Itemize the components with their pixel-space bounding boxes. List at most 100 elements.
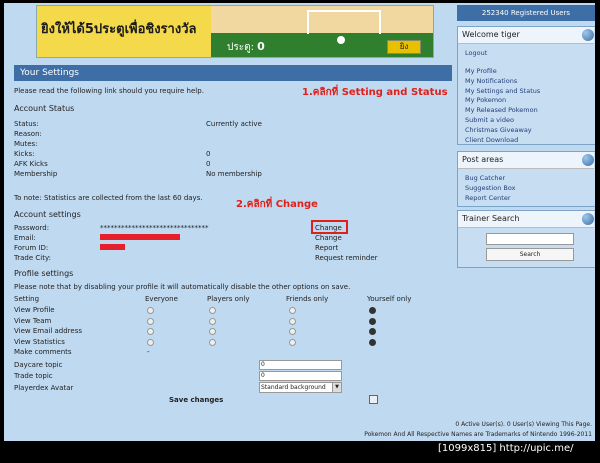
status-label: Mutes: bbox=[14, 140, 38, 148]
screenshot-frame: ยิงให้ได้5ประตูเพื่อชิงรางวัล ประตู: 0 ย… bbox=[0, 0, 600, 463]
redacted-email bbox=[100, 234, 180, 240]
sidebar-link[interactable]: My Pokemon bbox=[465, 96, 506, 104]
profile-settings-title: Profile settings bbox=[14, 269, 74, 278]
score-label: ประตู: bbox=[227, 42, 254, 53]
avatar-select-value: Standard background bbox=[261, 384, 326, 391]
ball-icon bbox=[337, 36, 345, 44]
visibility-radio[interactable] bbox=[289, 307, 296, 314]
status-label: Kicks: bbox=[14, 150, 35, 158]
pokeball-icon bbox=[582, 154, 594, 166]
avatar-select[interactable]: Standard background ▼ bbox=[259, 382, 342, 393]
status-label: AFK Kicks bbox=[14, 160, 48, 168]
account-setting-label: Email: bbox=[14, 234, 36, 242]
sidebar-link[interactable]: Christmas Giveaway bbox=[465, 126, 532, 134]
help-text: Please read the following link should yo… bbox=[14, 87, 204, 95]
active-users: 0 Active User(s). 0 User(s) Viewing This… bbox=[455, 421, 592, 428]
visibility-radio[interactable] bbox=[369, 338, 376, 346]
post-areas-title: Post areas bbox=[458, 152, 594, 169]
profile-row-label: View Profile bbox=[14, 306, 55, 314]
visibility-radio[interactable] bbox=[209, 328, 216, 335]
status-label: Status: bbox=[14, 120, 39, 128]
status-value: 0 bbox=[206, 150, 211, 158]
watermark: [1099x815] http://upic.me/ bbox=[438, 443, 574, 454]
save-changes-button[interactable]: Save changes bbox=[169, 396, 223, 404]
status-value: Currently active bbox=[206, 120, 262, 128]
profile-column-header: Friends only bbox=[286, 295, 329, 303]
account-action-link[interactable]: Change bbox=[315, 234, 342, 242]
profile-column-header: Everyone bbox=[145, 295, 178, 303]
post-area-link[interactable]: Report Center bbox=[465, 194, 511, 202]
score-readout: ประตู: 0 bbox=[227, 40, 265, 55]
welcome-title: Welcome tiger bbox=[458, 27, 594, 44]
profile-column-header: Yourself only bbox=[367, 295, 412, 303]
page: ยิงให้ได้5ประตูเพื่อชิงรางวัล ประตู: 0 ย… bbox=[4, 3, 595, 441]
post-area-link[interactable]: Bug Catcher bbox=[465, 174, 505, 182]
profile-note: Please note that by disabling your profi… bbox=[14, 283, 351, 291]
page-title: Your Settings bbox=[14, 65, 452, 81]
visibility-radio[interactable] bbox=[147, 317, 154, 325]
annotation-step1: 1.คลิกที่ Setting and Status bbox=[302, 87, 448, 98]
search-button[interactable]: Search bbox=[486, 248, 574, 261]
account-setting-value: ******************************* bbox=[100, 224, 209, 232]
sidebar-link[interactable]: Client Download bbox=[465, 136, 518, 144]
account-status-title: Account Status bbox=[14, 104, 75, 113]
profile-column-header: Players only bbox=[207, 295, 250, 303]
visibility-radio[interactable] bbox=[369, 328, 376, 335]
visibility-radio[interactable] bbox=[209, 307, 216, 314]
visibility-radio[interactable] bbox=[369, 317, 376, 325]
profile-row-label: View Email address bbox=[14, 327, 82, 335]
pokeball-icon bbox=[582, 213, 594, 225]
stats-note: To note: Statistics are collected from t… bbox=[14, 194, 203, 202]
visibility-radio[interactable] bbox=[147, 338, 154, 346]
profile-row-label: View Statistics bbox=[14, 337, 65, 346]
post-areas-panel: Post areas Bug Catcher Suggestion Box Repo… bbox=[457, 151, 595, 207]
banner-ad[interactable]: ยิงให้ได้5ประตูเพื่อชิงรางวัล ประตู: 0 ย… bbox=[36, 5, 434, 58]
sidebar-link[interactable]: My Released Pokemon bbox=[465, 106, 538, 114]
profile-column-header: Setting bbox=[14, 295, 40, 303]
account-settings-title: Account settings bbox=[14, 210, 81, 219]
post-area-link[interactable]: Suggestion Box bbox=[465, 184, 515, 192]
visibility-radio[interactable] bbox=[147, 307, 154, 314]
registered-users: 252340 Registered Users bbox=[457, 5, 595, 21]
sidebar-link[interactable]: My Profile bbox=[465, 67, 497, 75]
account-action-link[interactable]: Request reminder bbox=[315, 254, 378, 262]
annotation-step2: 2.คลิกที่ Change bbox=[236, 199, 318, 210]
account-action-link[interactable]: Report bbox=[315, 244, 338, 252]
change-highlight-box bbox=[311, 220, 348, 234]
sidebar-link[interactable]: My Notifications bbox=[465, 77, 517, 85]
account-setting-label: Trade City: bbox=[14, 254, 51, 262]
chevron-down-icon: ▼ bbox=[332, 383, 341, 392]
make-comments-everyone: - bbox=[147, 348, 150, 356]
visibility-radio[interactable] bbox=[289, 338, 296, 346]
daycare-label: Daycare topic bbox=[14, 361, 63, 369]
logout-link[interactable]: Logout bbox=[465, 49, 487, 57]
welcome-panel: Welcome tiger Logout My Profile My Notifi… bbox=[457, 26, 595, 145]
profile-row-label: Make comments bbox=[14, 348, 72, 356]
trainer-search-panel: Trainer Search Search bbox=[457, 210, 595, 268]
sidebar-link[interactable]: My Settings and Status bbox=[465, 87, 540, 95]
trainer-search-title: Trainer Search bbox=[458, 211, 594, 228]
pokeball-icon bbox=[582, 29, 594, 41]
visibility-radio[interactable] bbox=[289, 328, 296, 335]
status-value: No membership bbox=[206, 170, 262, 178]
shoot-button[interactable]: ยิง bbox=[387, 40, 421, 54]
status-value: 0 bbox=[206, 160, 211, 168]
save-icon[interactable] bbox=[369, 395, 378, 404]
copyright: Pokemon And All Respective Names are Tra… bbox=[364, 431, 592, 438]
trade-topic-input[interactable]: 0 bbox=[259, 371, 342, 381]
trainer-search-input[interactable] bbox=[486, 233, 574, 245]
score-value: 0 bbox=[257, 40, 265, 53]
daycare-topic-input[interactable]: 0 bbox=[259, 360, 342, 370]
visibility-radio[interactable] bbox=[209, 338, 216, 346]
sidebar-link[interactable]: Submit a video bbox=[465, 116, 514, 124]
visibility-radio[interactable] bbox=[289, 317, 296, 325]
banner-text: ยิงให้ได้5ประตูเพื่อชิงรางวัล bbox=[41, 22, 197, 37]
trade-label: Trade topic bbox=[14, 372, 53, 380]
visibility-radio[interactable] bbox=[147, 328, 154, 335]
avatar-label: Playerdex Avatar bbox=[14, 384, 74, 392]
visibility-radio[interactable] bbox=[209, 317, 216, 325]
account-setting-label: Password: bbox=[14, 224, 50, 232]
account-setting-label: Forum ID: bbox=[14, 244, 49, 252]
goal-icon bbox=[307, 10, 381, 34]
visibility-radio[interactable] bbox=[369, 307, 376, 314]
